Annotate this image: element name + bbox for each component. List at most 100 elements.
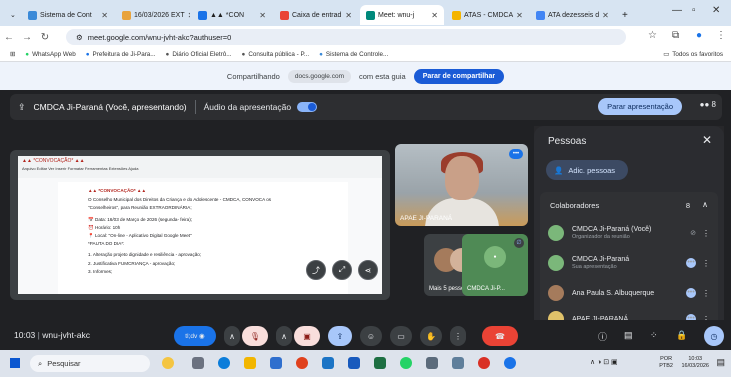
reload-icon[interactable]: ↻: [36, 32, 54, 43]
widget-icon[interactable]: [162, 357, 174, 369]
more-options-icon[interactable]: ⋮: [702, 289, 710, 298]
app-icon[interactable]: [452, 357, 464, 369]
avatar: [548, 285, 564, 301]
close-icon[interactable]: ✕: [259, 11, 266, 20]
tldv-chip[interactable]: tl;dv ◉: [174, 326, 216, 346]
site-icon: [452, 10, 461, 20]
fullscreen-icon[interactable]: ⤢: [332, 260, 352, 280]
taskbar-search[interactable]: ⌕ Pesquisar: [30, 355, 150, 372]
tab-5[interactable]: ATAS - CMDCA ✕: [446, 5, 528, 25]
bookmark-star-icon[interactable]: ☆: [648, 30, 657, 41]
raise-hand-button[interactable]: ✋: [420, 326, 442, 346]
whatsapp-icon[interactable]: [400, 357, 412, 369]
leave-call-button[interactable]: ☎: [482, 326, 518, 346]
add-people-button[interactable]: 👤 Adic. pessoas: [546, 160, 628, 180]
activities-icon[interactable]: ⁘: [650, 330, 658, 341]
restore-icon[interactable]: ▫: [692, 5, 696, 16]
bookmark-prefeitura[interactable]: ● Prefeitura de Ji-Para...: [86, 51, 156, 58]
close-icon[interactable]: ✕: [702, 133, 712, 147]
more-options-icon[interactable]: ⋮: [702, 259, 710, 268]
url-text: meet.google.com/wnu-jvht-akc?authuser=0: [87, 32, 232, 42]
close-icon[interactable]: ✕: [101, 11, 108, 20]
microphone-off-button[interactable]: 🎙: [242, 326, 268, 346]
camera-options-chevron[interactable]: ∧: [276, 326, 292, 346]
tab-search-button[interactable]: ⌄: [4, 5, 18, 25]
close-icon[interactable]: ✕: [345, 11, 352, 20]
app-icon[interactable]: [426, 357, 438, 369]
bookmark-consulta[interactable]: ● Consulta pública - P...: [242, 51, 310, 58]
browser-toolbar: ← → ↻ ⚙ meet.google.com/wnu-jvht-akc?aut…: [0, 26, 731, 48]
chrome-icon[interactable]: [296, 357, 308, 369]
bookmark-whatsapp[interactable]: ● WhatsApp Web: [25, 51, 75, 58]
participant-row[interactable]: CMDCA Ji-Paraná Sua apresentação ••• ⋮: [548, 250, 714, 276]
tab-6[interactable]: ATA dezesseis d ✕: [530, 5, 614, 25]
tab-3[interactable]: Caixa de entrad ✕: [274, 5, 358, 25]
close-icon[interactable]: ✕: [431, 11, 438, 20]
bookmark-sistema[interactable]: ● Sistema de Controle...: [319, 51, 388, 58]
taskbar-clock[interactable]: 10:03 16/03/2026: [681, 356, 709, 370]
emoji-button[interactable]: ☺: [360, 326, 382, 346]
back-icon[interactable]: ←: [0, 32, 18, 43]
task-view-icon[interactable]: [192, 357, 204, 369]
meeting-code: wnu-jvht-akc: [42, 330, 90, 340]
timer-button[interactable]: ◷: [704, 326, 724, 346]
outlook-icon[interactable]: [322, 357, 334, 369]
participant-row[interactable]: CMDCA Ji-Paraná (Você) Organizador da re…: [548, 220, 714, 246]
bookmark-diario[interactable]: ● Diário Oficial Eletrô...: [166, 51, 232, 58]
more-options-icon[interactable]: ⋮: [702, 229, 710, 238]
close-window-icon[interactable]: ✕: [712, 5, 720, 16]
presentation-audio-toggle[interactable]: [297, 102, 318, 112]
captions-button[interactable]: ▭: [390, 326, 412, 346]
mic-options-chevron[interactable]: ∧: [224, 326, 240, 346]
globe-icon: ●: [241, 51, 246, 58]
pin-icon[interactable]: ⤴: [306, 260, 326, 280]
chrome-icon[interactable]: [478, 357, 490, 369]
close-icon[interactable]: ✕: [516, 11, 523, 20]
menu-icon[interactable]: ⋮: [716, 30, 726, 41]
system-tray-icons[interactable]: ∧ ◑ ⊡ ▣: [590, 358, 618, 366]
more-options-icon[interactable]: •••: [509, 149, 523, 159]
tab-0[interactable]: Sistema de Cont ✕: [22, 5, 114, 25]
apps-icon[interactable]: ⊞: [10, 51, 15, 58]
new-tab-button[interactable]: +: [616, 5, 632, 25]
file-explorer-icon[interactable]: [244, 357, 256, 369]
store-icon[interactable]: [270, 357, 282, 369]
tab-2[interactable]: ▲▲ *CON ✕: [192, 5, 272, 25]
site-info-icon[interactable]: ⚙: [76, 33, 83, 42]
participant-tile-cmdca[interactable]: ∅ ● CMDCA Ji-P...: [462, 234, 528, 296]
word-icon[interactable]: [348, 357, 360, 369]
excel-icon[interactable]: [374, 357, 386, 369]
chevron-up-icon[interactable]: ∧: [702, 200, 708, 209]
notifications-icon[interactable]: ▤: [716, 357, 725, 368]
camera-off-button[interactable]: ▣: [294, 326, 320, 346]
keyboard-language[interactable]: POR PTB2: [659, 356, 673, 370]
mic-off-icon[interactable]: ⊘: [690, 229, 696, 237]
address-bar[interactable]: ⚙ meet.google.com/wnu-jvht-akc?authuser=…: [66, 29, 626, 45]
stop-sharing-button[interactable]: Parar de compartilhar: [413, 68, 505, 84]
host-controls-icon[interactable]: 🔒: [676, 330, 687, 341]
doc-line: *PAUTA DO DIA*:: [88, 241, 125, 247]
browser-tab-bar: ⌄ Sistema de Cont✕ 16/03/2026 EXT✕ ▲▲ *C…: [0, 0, 731, 26]
tab-4-active[interactable]: Meet: wnu-j ✕: [360, 5, 444, 25]
minimize-icon[interactable]: —: [672, 5, 682, 16]
windows-start-icon[interactable]: [10, 358, 20, 368]
chrome-profile-icon[interactable]: [504, 357, 516, 369]
chat-icon[interactable]: ▤: [624, 330, 633, 341]
extensions-icon[interactable]: ⧉: [672, 30, 679, 41]
participants-count[interactable]: ●● 8: [700, 100, 716, 109]
forward-icon[interactable]: →: [18, 32, 36, 43]
share-icon[interactable]: ⋖: [358, 260, 378, 280]
more-options-button[interactable]: ⋮: [450, 326, 466, 346]
tab-1[interactable]: 16/03/2026 EXT✕: [116, 5, 190, 25]
present-button[interactable]: ⇪: [328, 326, 352, 346]
close-icon[interactable]: ✕: [602, 11, 609, 20]
profile-icon[interactable]: ●: [696, 30, 702, 41]
participant-name: CMDCA Ji-P...: [467, 286, 505, 292]
all-bookmarks[interactable]: ▭ Todos os favoritos: [663, 51, 723, 58]
close-icon[interactable]: ✕: [188, 11, 190, 20]
participant-row[interactable]: Ana Paula S. Albuquerque ••• ⋮: [548, 280, 714, 306]
participant-tile-apae[interactable]: ••• APAE JI-PARANÁ: [395, 144, 528, 226]
edge-icon[interactable]: [218, 357, 230, 369]
stop-presenting-button[interactable]: Parar apresentação: [598, 98, 682, 115]
info-icon[interactable]: ⓘ: [598, 330, 607, 343]
